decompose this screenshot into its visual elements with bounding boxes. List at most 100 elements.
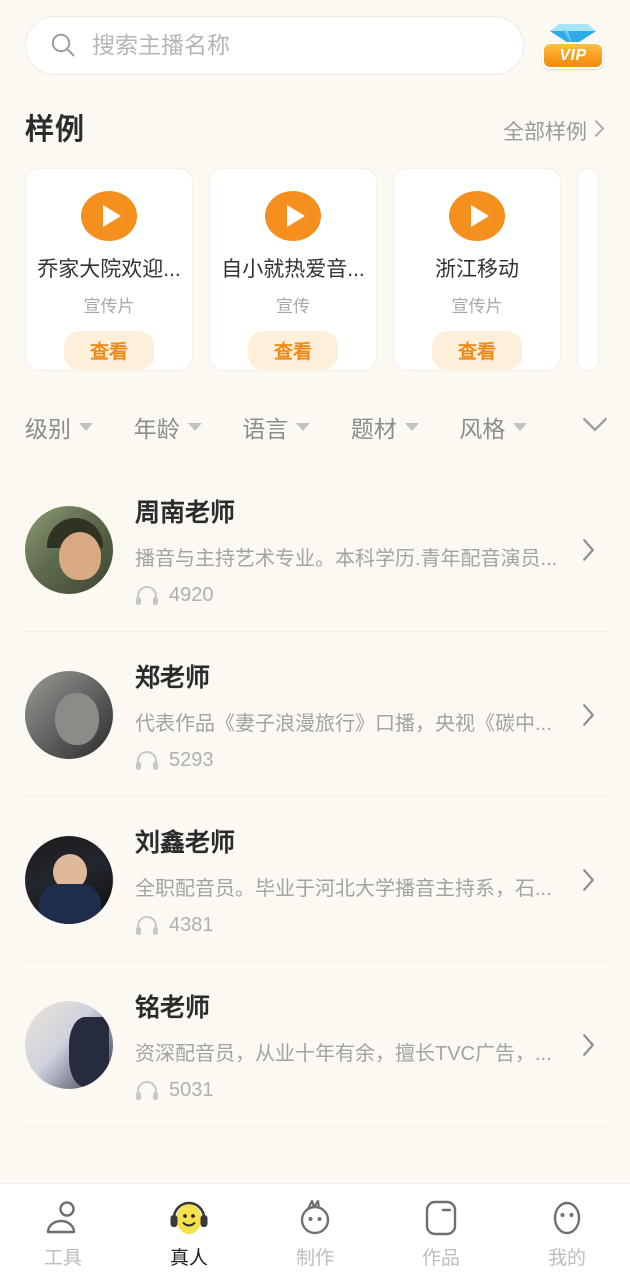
filter-language[interactable]: 语言: [242, 410, 351, 444]
search-box[interactable]: [25, 15, 524, 75]
sample-card-subtitle: 宣传片: [83, 297, 135, 316]
tab-mine[interactable]: 我的: [504, 1195, 630, 1270]
avatar: [25, 505, 113, 594]
sample-card-subtitle: 宣传: [276, 297, 310, 316]
chevron-right-icon[interactable]: [568, 703, 608, 727]
anchor-desc: 代表作品《妻子浪漫旅行》口播，央视《碳中...: [135, 712, 552, 735]
anchor-name: 铭老师: [135, 993, 211, 1022]
chevron-right-icon[interactable]: [568, 868, 608, 892]
play-icon[interactable]: [81, 191, 137, 242]
view-button[interactable]: 查看: [431, 331, 522, 370]
tab-label: 制作: [295, 1247, 334, 1269]
sample-card-title: 浙江移动: [435, 258, 519, 280]
search-icon: [50, 32, 76, 58]
person-icon: [43, 1195, 83, 1241]
tab-works[interactable]: 作品: [378, 1195, 504, 1270]
anchor-plays: 4381: [169, 913, 214, 936]
filter-bar: 级别 年龄 语言 题材 风格: [0, 389, 630, 467]
vip-badge[interactable]: VIP: [538, 14, 608, 76]
vip-plate: VIP: [542, 42, 604, 69]
list-item[interactable]: 郑老师 代表作品《妻子浪漫旅行》口播，央视《碳中... 5293: [0, 632, 630, 797]
tab-label: 真人: [169, 1247, 208, 1269]
caret-down-icon: [513, 423, 528, 431]
card-icon: [424, 1195, 458, 1241]
face-oval-icon: [550, 1195, 584, 1241]
anchor-desc: 播音与主持艺术专业。本科学历.青年配音演员...: [135, 547, 558, 570]
tab-label: 我的: [547, 1247, 586, 1269]
tab-create[interactable]: 制作: [252, 1195, 378, 1270]
list-item[interactable]: 铭老师 资深配音员，从业十年有余，擅长TVC广告，... 5031: [0, 962, 630, 1127]
tab-label: 工具: [43, 1247, 82, 1269]
headphone-icon: [135, 915, 159, 935]
sample-card-next-partial[interactable]: [577, 168, 599, 371]
chevron-down-icon: [582, 417, 608, 437]
view-button[interactable]: 查看: [247, 331, 338, 370]
sample-card[interactable]: 乔家大院欢迎... 宣传片 查看: [25, 168, 193, 371]
filter-label: 级别: [25, 416, 71, 442]
sample-card[interactable]: 浙江移动 宣传片 查看: [393, 168, 561, 371]
caret-down-icon: [404, 423, 419, 431]
all-samples-link[interactable]: 全部样例: [503, 116, 605, 146]
headset-face-icon: [167, 1195, 211, 1241]
list-item-body: 铭老师 资深配音员，从业十年有余，擅长TVC广告，... 5031: [135, 988, 568, 1102]
list-item-body: 周南老师 播音与主持艺术专业。本科学历.青年配音演员... 4920: [135, 493, 568, 607]
anchor-meta: 5031: [135, 1079, 568, 1102]
vip-label: VIP: [559, 46, 587, 64]
tab-tools[interactable]: 工具: [0, 1195, 126, 1270]
sample-card-title: 自小就热爱音...: [221, 258, 365, 280]
filter-label: 题材: [350, 416, 397, 442]
anchor-desc: 资深配音员，从业十年有余，擅长TVC广告，...: [135, 1042, 552, 1065]
filter-style[interactable]: 风格: [459, 410, 568, 444]
filter-label: 风格: [459, 416, 506, 442]
anchor-name: 周南老师: [135, 498, 236, 527]
search-row: VIP: [0, 0, 630, 88]
filter-label: 语言: [242, 416, 289, 442]
filter-level[interactable]: 级别: [25, 410, 134, 444]
anchor-meta: 4920: [135, 584, 568, 607]
avatar: [25, 670, 113, 759]
sample-card-title: 乔家大院欢迎...: [37, 258, 181, 280]
all-samples-label: 全部样例: [503, 121, 587, 144]
anchor-plays: 5293: [169, 748, 214, 771]
list-item[interactable]: 刘鑫老师 全职配音员。毕业于河北大学播音主持系，石... 4381: [0, 797, 630, 962]
headphone-icon: [135, 585, 159, 605]
expand-filters-button[interactable]: [568, 417, 608, 437]
tab-label: 作品: [421, 1247, 460, 1269]
face-tuft-icon: [295, 1195, 335, 1241]
search-input[interactable]: [92, 31, 499, 59]
view-button[interactable]: 查看: [63, 331, 154, 370]
filter-label: 年龄: [133, 416, 180, 442]
list-item[interactable]: 周南老师 播音与主持艺术专业。本科学历.青年配音演员... 4920: [0, 467, 630, 632]
sample-card[interactable]: 自小就热爱音... 宣传 查看: [209, 168, 377, 371]
anchor-desc: 全职配音员。毕业于河北大学播音主持系，石...: [135, 877, 552, 900]
play-icon[interactable]: [449, 191, 505, 242]
play-icon[interactable]: [265, 191, 321, 242]
sample-card-subtitle: 宣传片: [451, 297, 503, 316]
samples-header: 样例 全部样例: [0, 88, 630, 154]
tab-real-person[interactable]: 真人: [126, 1195, 252, 1270]
filter-genre[interactable]: 题材: [351, 410, 460, 444]
avatar: [25, 835, 113, 924]
anchor-name: 郑老师: [135, 663, 211, 692]
anchor-plays: 5031: [169, 1078, 214, 1101]
page-title: 样例: [25, 114, 86, 146]
caret-down-icon: [79, 423, 93, 431]
chevron-right-icon: [594, 119, 605, 144]
headphone-icon: [135, 1080, 159, 1100]
chevron-right-icon[interactable]: [568, 538, 608, 562]
app-screen: VIP 样例 全部样例 乔家大院欢迎... 宣传片 查看 自小就热爱音... 宣…: [0, 0, 630, 1280]
anchor-list: 周南老师 播音与主持艺术专业。本科学历.青年配音演员... 4920 郑老师 代…: [0, 467, 630, 1127]
anchor-plays: 4920: [169, 583, 214, 606]
anchor-meta: 4381: [135, 914, 568, 937]
samples-carousel[interactable]: 乔家大院欢迎... 宣传片 查看 自小就热爱音... 宣传 查看 浙江移动 宣传…: [0, 154, 630, 389]
headphone-icon: [135, 750, 159, 770]
list-item-body: 郑老师 代表作品《妻子浪漫旅行》口播，央视《碳中... 5293: [135, 658, 568, 772]
filter-age[interactable]: 年龄: [134, 410, 243, 444]
bottom-nav: 工具 真人 制作 作品 我的: [0, 1183, 630, 1280]
caret-down-icon: [187, 423, 202, 431]
list-item-body: 刘鑫老师 全职配音员。毕业于河北大学播音主持系，石... 4381: [135, 823, 568, 937]
chevron-right-icon[interactable]: [568, 1033, 608, 1057]
anchor-name: 刘鑫老师: [135, 828, 236, 857]
caret-down-icon: [296, 423, 311, 431]
anchor-meta: 5293: [135, 749, 568, 772]
